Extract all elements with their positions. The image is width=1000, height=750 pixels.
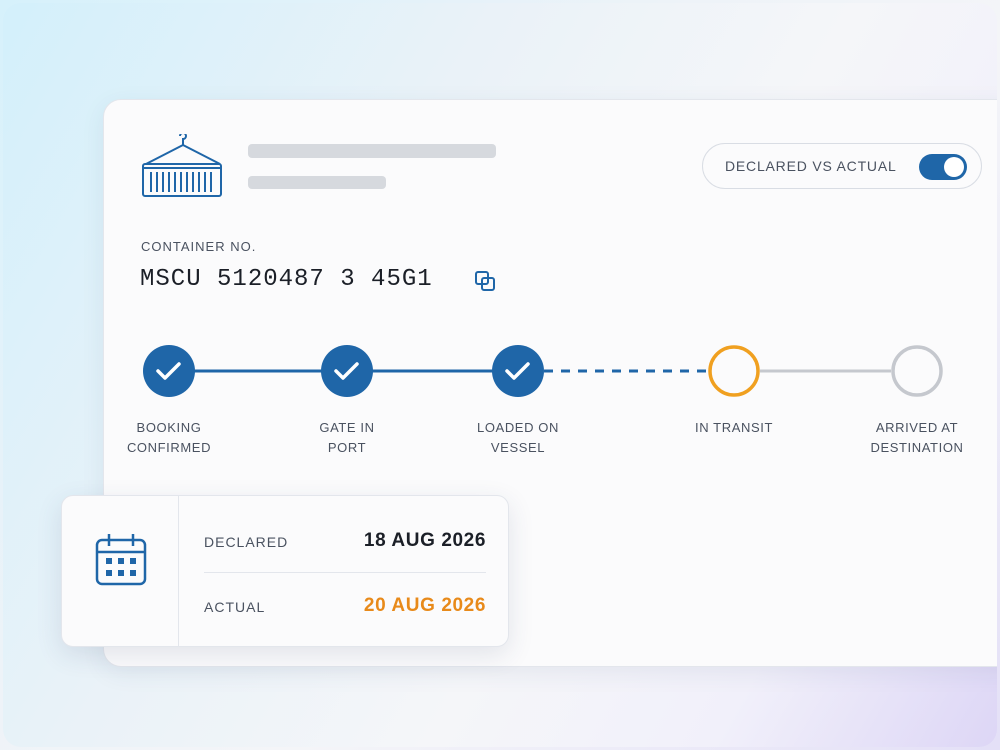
- actual-label: ACTUAL: [204, 599, 266, 615]
- declared-date: 18 AUG 2026: [363, 530, 486, 551]
- step-marker-in-transit: [708, 345, 760, 397]
- dates-card: DECLARED 18 AUG 2026 ACTUAL 20 AUG 2026: [61, 495, 509, 647]
- actual-date: 20 AUG 2026: [363, 595, 486, 616]
- step-marker-arrived: [891, 345, 943, 397]
- calendar-icon: [95, 534, 147, 586]
- step-label-booking-confirmed: BOOKING CONFIRMED: [126, 420, 212, 455]
- dates-row-separator: [204, 572, 486, 573]
- background-frame: DECLARED VS ACTUAL CONTAINER NO. MSCU 51…: [3, 3, 997, 747]
- dates-card-divider: [178, 496, 179, 646]
- step-label-loaded-on-vessel: LOADED ON VESSEL: [477, 420, 559, 455]
- step-marker-booking-confirmed: [143, 345, 195, 397]
- step-label-in-transit: IN TRANSIT: [695, 420, 773, 435]
- step-marker-gate-in-port: [321, 345, 373, 397]
- step-marker-loaded-on-vessel: [492, 345, 544, 397]
- declared-label: DECLARED: [204, 534, 289, 550]
- step-label-arrived: ARRIVED AT DESTINATION: [870, 420, 964, 455]
- step-label-gate-in-port: GATE IN PORT: [319, 420, 375, 455]
